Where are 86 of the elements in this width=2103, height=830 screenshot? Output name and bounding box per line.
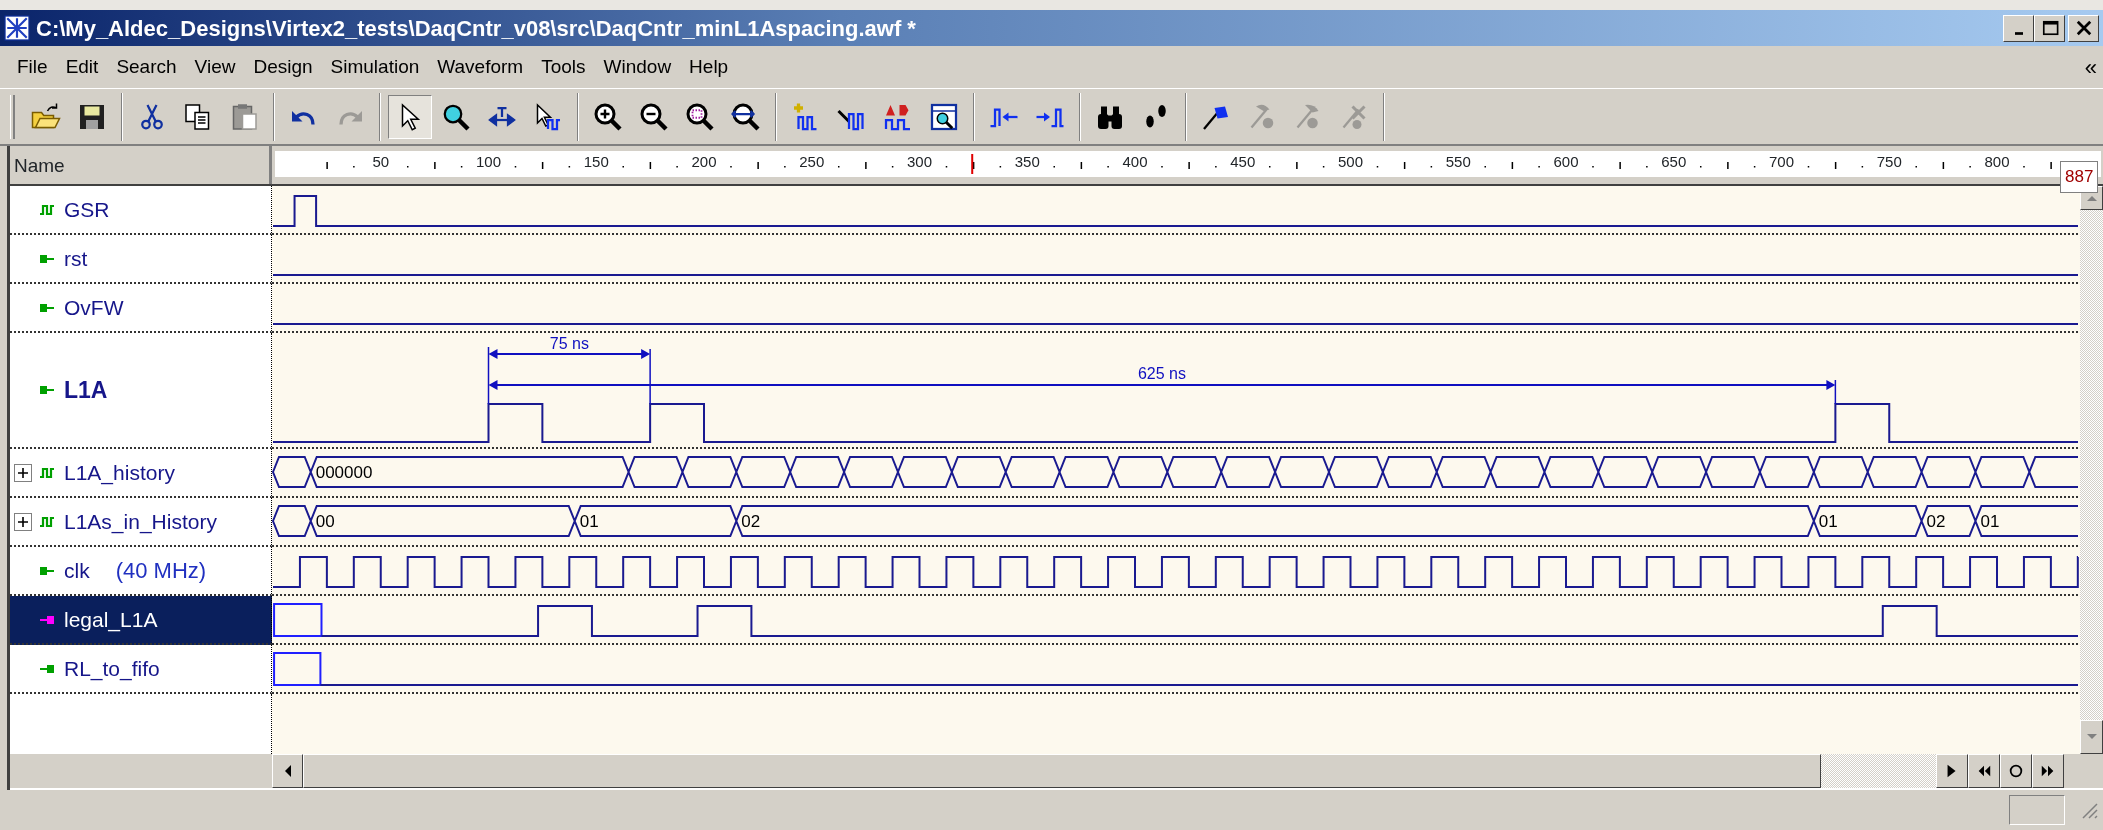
menu-item[interactable]: Tools: [532, 52, 595, 82]
close-button[interactable]: [2068, 14, 2099, 42]
signal-name: clk: [64, 557, 90, 584]
menu-item[interactable]: Simulation: [321, 52, 429, 82]
unknown-value-box: [273, 603, 323, 637]
unknown-value-box: [273, 652, 322, 686]
rewind-button[interactable]: [1968, 754, 2000, 788]
signal-name: legal_L1A: [64, 606, 158, 634]
scrollbar-thumb[interactable]: [303, 754, 1821, 788]
signal-row[interactable]: OvFW: [10, 284, 272, 333]
signal-row[interactable]: GSR: [10, 186, 272, 235]
scroll-left-button[interactable]: [272, 754, 303, 788]
play-button[interactable]: [1936, 754, 1968, 788]
collapse-toolbar-button[interactable]: «: [2084, 50, 2097, 84]
signal-row[interactable]: rst: [10, 235, 272, 284]
marker-line: [1834, 379, 1837, 405]
scroll-down-button[interactable]: [2080, 720, 2103, 754]
maximize-icon: [2040, 19, 2059, 37]
ruler-label: 600: [1553, 154, 1579, 169]
rewind-icon: [1976, 763, 1992, 779]
signal-row[interactable]: RL_to_fifo: [10, 645, 272, 694]
frequency-note: (40 MHz): [115, 557, 207, 585]
signal-row[interactable]: L1A_history: [10, 449, 272, 498]
bus-value: 01: [1818, 512, 1838, 531]
ruler-label: 450: [1230, 154, 1256, 169]
close-icon: [2074, 19, 2093, 37]
ruler-label: 200: [691, 154, 717, 169]
signal-row[interactable]: clk (40 MHz): [10, 547, 272, 596]
menu-item[interactable]: Edit: [56, 52, 108, 82]
measurement-label: 75 ns: [549, 335, 589, 352]
signal-row[interactable]: L1As_in_History: [10, 498, 272, 547]
signal-name: L1A: [64, 375, 108, 405]
ruler-label: 150: [583, 154, 609, 169]
bus-value: 02: [741, 512, 761, 531]
toolbar-button[interactable]: [388, 94, 432, 139]
ruler-label: 700: [1769, 154, 1794, 169]
zoom-range-icon: [731, 101, 761, 132]
signal-name: GSR: [64, 196, 110, 223]
ruler-label: 800: [1984, 154, 2010, 169]
bus-value: 02: [1926, 512, 1946, 531]
ruler-label: 750: [1876, 154, 1902, 169]
signal-name: L1As_in_History: [64, 508, 217, 536]
ruler-label: 500: [1338, 154, 1363, 169]
window-title: C:\My_Aldec_Designs\Virtex2_tests\DaqCntr_v08\src\DaqCntr_minL1Aspacing.awf *: [36, 14, 916, 43]
fast-forward-button[interactable]: [2032, 754, 2064, 788]
marker-line: [649, 348, 651, 405]
menu-item[interactable]: File: [8, 52, 57, 82]
bus-value: 000000: [315, 463, 373, 482]
marker-line: [487, 346, 490, 405]
stop-button[interactable]: [2000, 754, 2032, 788]
signal-name: rst: [64, 245, 88, 272]
bus-value: 01: [579, 512, 599, 531]
ruler-label: 100: [476, 154, 501, 169]
menu-item[interactable]: Help: [680, 52, 738, 82]
status-panel: [2009, 795, 2065, 825]
menu-item[interactable]: Window: [594, 52, 681, 82]
circle-icon: [2008, 763, 2024, 779]
signal-row[interactable]: legal_L1A: [10, 596, 272, 645]
fast-forward-icon: [2040, 763, 2056, 779]
menu-item[interactable]: Waveform: [428, 52, 533, 82]
ruler-label: 50: [372, 154, 390, 169]
app-icon: [4, 15, 30, 41]
signal-name: RL_to_fifo: [64, 655, 160, 683]
ruler-label: 300: [907, 154, 932, 169]
bus-value: 00: [315, 512, 335, 531]
zoom-fit-icon: [685, 101, 715, 132]
signal-name: L1A_history: [64, 459, 175, 487]
menu-item[interactable]: Search: [107, 52, 186, 82]
ruler-label: 400: [1122, 154, 1148, 169]
time-tooltip: 887: [2060, 161, 2099, 193]
maximize-button[interactable]: [2034, 14, 2065, 42]
minimize-button[interactable]: [2003, 14, 2034, 42]
menu-item[interactable]: View: [185, 52, 245, 82]
bus-value: 01: [1980, 512, 2000, 531]
minimize-icon: [2014, 31, 2023, 35]
menu-item[interactable]: Design: [244, 52, 322, 82]
ruler-label: 350: [1014, 154, 1040, 169]
signal-name: OvFW: [64, 294, 124, 321]
browse-icon: [929, 101, 959, 132]
measurement-label: 625 ns: [1137, 365, 1186, 382]
ruler-label: 650: [1661, 154, 1687, 169]
ruler-label: 250: [799, 154, 825, 169]
signal-row[interactable]: L1A: [10, 333, 272, 449]
ruler-label: 550: [1445, 154, 1471, 169]
zoom-out-icon: [639, 101, 669, 132]
zoom-in-icon: [593, 101, 623, 132]
